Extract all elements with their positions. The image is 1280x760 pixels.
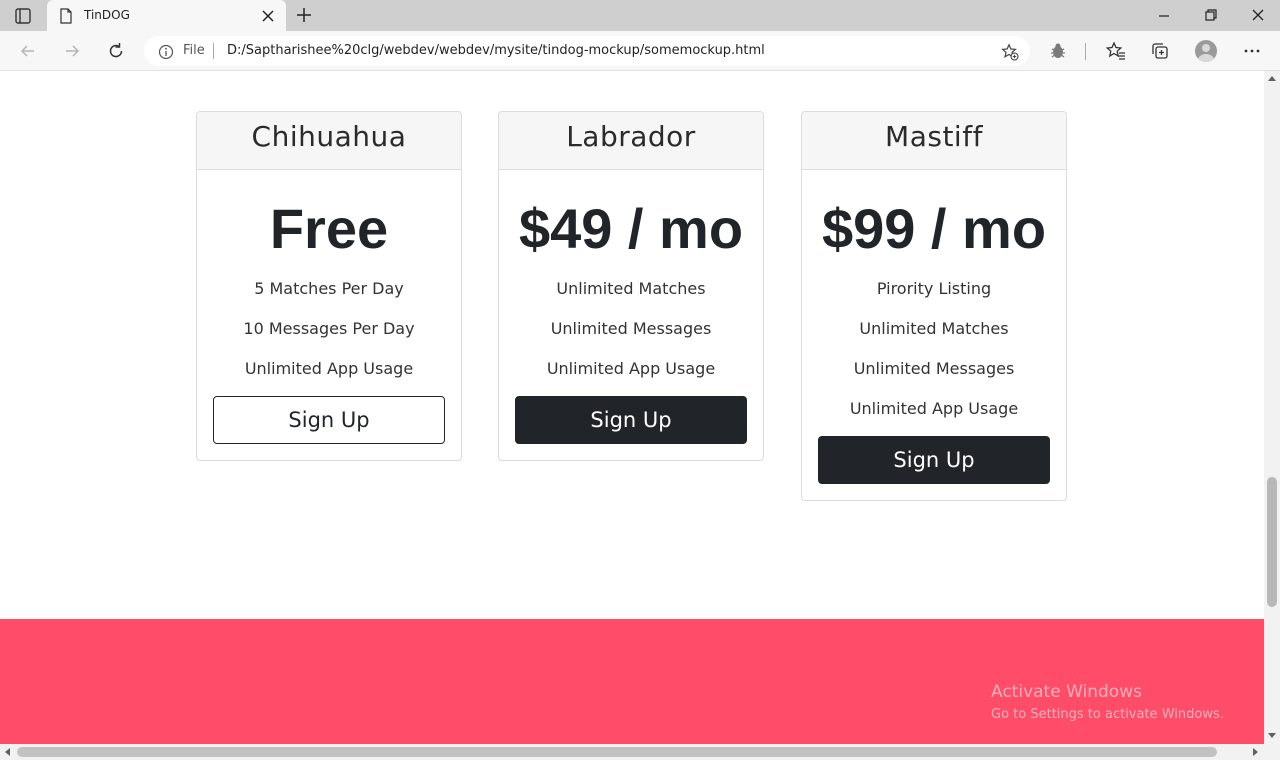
close-window-icon[interactable] — [1250, 7, 1266, 23]
feature-item: Unlimited App Usage — [546, 359, 716, 378]
browser-tab[interactable]: TinDOG — [47, 0, 286, 31]
refresh-icon[interactable] — [106, 41, 126, 61]
more-icon[interactable] — [1242, 41, 1262, 61]
activation-watermark-title: Activate Windows — [991, 682, 1142, 702]
extension-bug-icon[interactable] — [1048, 41, 1068, 61]
browser-toolbar: File D:/Saptharishee%20clg/webdev/webdev… — [0, 31, 1280, 71]
address-url[interactable]: D:/Saptharishee%20clg/webdev/webdev/mysi… — [227, 43, 765, 58]
plan-name: Labrador — [499, 112, 763, 170]
feature-item: Unlimited App Usage — [849, 399, 1019, 418]
plus-icon[interactable] — [295, 6, 313, 24]
restore-icon[interactable] — [1203, 7, 1219, 23]
back-arrow-icon[interactable] — [18, 41, 38, 61]
plan-name: Chihuahua — [197, 112, 461, 170]
pricing-card-mastiff: Mastiff $99 / mo Pirority Listing Unlimi… — [801, 111, 1067, 501]
page-icon — [59, 8, 73, 24]
close-icon[interactable] — [261, 8, 275, 22]
feature-item: Pirority Listing — [876, 279, 992, 298]
plan-price: $49 / mo — [518, 197, 744, 260]
page-viewport: Chihuahua Free 5 Matches Per Day 10 Mess… — [0, 71, 1264, 744]
pricing-card-labrador: Labrador $49 / mo Unlimited Matches Unli… — [498, 111, 764, 461]
scroll-down-arrow-icon[interactable] — [1268, 733, 1276, 738]
tab-bar: TinDOG — [0, 0, 1280, 31]
address-divider — [213, 43, 214, 59]
vertical-scrollbar[interactable] — [1264, 71, 1280, 744]
feature-list: Unlimited Matches Unlimited Messages Unl… — [499, 276, 763, 396]
toolbar-divider — [1085, 43, 1086, 60]
horizontal-scrollbar[interactable] — [0, 744, 1264, 760]
feature-item: Unlimited Matches — [859, 319, 1009, 338]
feature-item: 10 Messages Per Day — [243, 319, 415, 338]
scrollbar-corner — [1264, 744, 1280, 760]
forward-arrow-icon[interactable] — [62, 41, 82, 61]
plan-name: Mastiff — [802, 112, 1066, 170]
scroll-up-arrow-icon[interactable] — [1268, 76, 1276, 81]
vertical-scroll-thumb[interactable] — [1267, 477, 1277, 607]
scroll-left-arrow-icon[interactable] — [5, 748, 10, 756]
horizontal-scroll-thumb[interactable] — [17, 747, 1217, 757]
favorites-icon[interactable] — [1105, 41, 1126, 61]
sign-up-button[interactable]: Sign Up — [818, 436, 1050, 484]
feature-item: Unlimited App Usage — [244, 359, 414, 378]
plan-price: Free — [269, 197, 389, 260]
info-icon[interactable] — [158, 44, 174, 60]
address-bar[interactable]: File D:/Saptharishee%20clg/webdev/webdev… — [144, 36, 1030, 66]
plan-price: $99 / mo — [821, 197, 1047, 260]
address-scheme-label: File — [183, 43, 205, 58]
pricing-card-chihuahua: Chihuahua Free 5 Matches Per Day 10 Mess… — [196, 111, 462, 461]
feature-list: 5 Matches Per Day 10 Messages Per Day Un… — [197, 276, 461, 396]
tab-actions-icon[interactable] — [14, 7, 32, 25]
feature-item: 5 Matches Per Day — [254, 279, 404, 298]
feature-item: Unlimited Messages — [853, 359, 1015, 378]
sign-up-button[interactable]: Sign Up — [515, 396, 747, 444]
feature-list: Pirority Listing Unlimited Matches Unlim… — [802, 276, 1066, 436]
feature-item: Unlimited Matches — [556, 279, 706, 298]
tab-title: TinDOG — [84, 8, 130, 22]
activation-watermark-subtitle: Go to Settings to activate Windows. — [991, 707, 1224, 722]
scroll-right-arrow-icon[interactable] — [1253, 748, 1258, 756]
minimize-icon[interactable] — [1156, 8, 1172, 22]
feature-item: Unlimited Messages — [550, 319, 712, 338]
collections-icon[interactable] — [1150, 41, 1170, 61]
profile-avatar-icon[interactable] — [1195, 40, 1217, 62]
add-favorite-icon[interactable] — [1001, 43, 1019, 61]
sign-up-button[interactable]: Sign Up — [213, 396, 445, 444]
